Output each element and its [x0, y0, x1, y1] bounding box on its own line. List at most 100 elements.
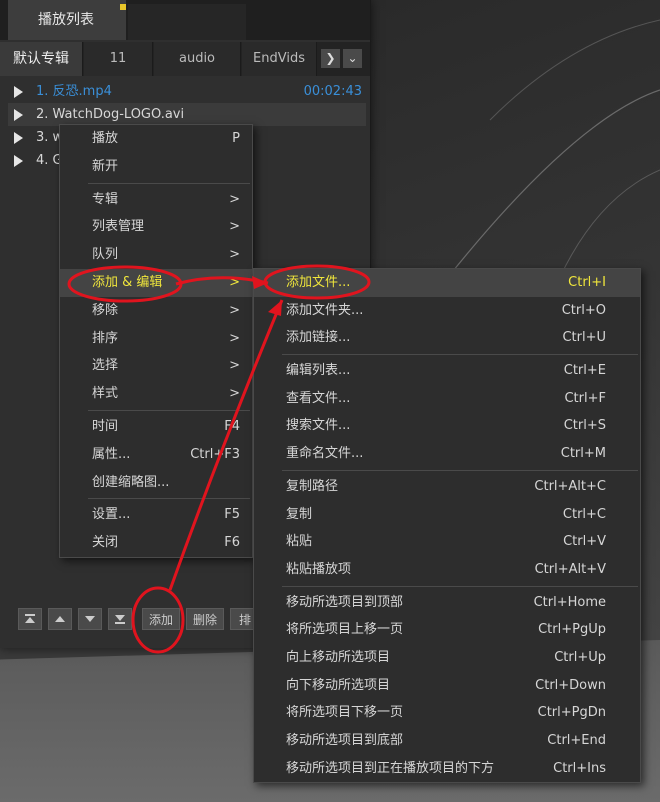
menu-item-label: 播放	[92, 131, 119, 146]
menu-item[interactable]: 重命名文件... Ctrl+M	[254, 440, 640, 468]
menu-item-shortcut: Ctrl+End	[547, 733, 606, 748]
menu-item-shortcut: Ctrl+PgDn	[537, 705, 606, 721]
menu-item[interactable]: 队列 >	[60, 241, 252, 269]
menu-item[interactable]: 创建缩略图...	[60, 469, 252, 497]
delete-button[interactable]: 删除	[186, 608, 224, 630]
menu-item-label: 属性...	[92, 446, 131, 462]
menu-item-label: 向上移动所选项目	[286, 649, 391, 665]
move-down-button[interactable]	[78, 608, 102, 630]
submenu-arrow-icon: >	[229, 330, 240, 346]
play-icon	[14, 155, 23, 167]
menu-item[interactable]: 排序 >	[60, 325, 252, 353]
menu-item[interactable]: 搜索文件... Ctrl+S	[254, 412, 640, 440]
menu-item[interactable]: 将所选项目上移一页 Ctrl+PgUp	[254, 616, 640, 644]
menu-item-label: 样式	[92, 386, 119, 402]
menu-item-label: 粘贴	[286, 534, 313, 550]
menu-item[interactable]: 时间 F4	[60, 413, 252, 441]
menu-item-label: 选择	[92, 358, 119, 374]
menu-item[interactable]: 新开	[60, 153, 252, 181]
menu-item-label: 粘贴播放项	[286, 561, 352, 577]
play-icon	[14, 109, 23, 121]
chevron-right-icon[interactable]: ❯	[321, 49, 340, 68]
move-down-icon	[85, 616, 95, 622]
menu-item[interactable]: 属性... Ctrl+F3	[60, 441, 252, 469]
chevron-down-icon[interactable]: ⌄	[343, 49, 362, 68]
menu-item-label: 移除	[92, 302, 119, 318]
submenu-arrow-icon: >	[229, 219, 240, 235]
menu-item-label: 添加文件...	[286, 275, 351, 290]
menu-item-shortcut: Ctrl+E	[563, 363, 606, 379]
menu-item[interactable]: 添加链接... Ctrl+U	[254, 324, 640, 352]
menu-item-label: 设置...	[92, 507, 131, 523]
menu-item-shortcut: Ctrl+V	[563, 534, 606, 550]
menu-item[interactable]: 将所选项目下移一页 Ctrl+PgDn	[254, 699, 640, 727]
menu-item[interactable]: 查看文件... Ctrl+F	[254, 385, 640, 413]
album-tab-default[interactable]: 默认专辑	[0, 42, 83, 76]
menu-item[interactable]: 设置... F5	[60, 501, 252, 529]
menu-item-shortcut: Ctrl+Down	[535, 677, 606, 693]
menu-item[interactable]: 移动所选项目到顶部 Ctrl+Home	[254, 589, 640, 617]
menu-item-shortcut: Ctrl+F	[564, 390, 606, 406]
menu-item[interactable]: 选择 >	[60, 352, 252, 380]
menu-item-shortcut: Ctrl+Ins	[553, 760, 606, 776]
menu-item[interactable]: 编辑列表... Ctrl+E	[254, 357, 640, 385]
list-item[interactable]: 1. 反恐.mp4 00:02:43	[8, 80, 366, 103]
menu-item-label: 重命名文件...	[286, 446, 364, 462]
menu-item[interactable]: 复制路径 Ctrl+Alt+C	[254, 473, 640, 501]
menu-item-label: 搜索文件...	[286, 418, 351, 434]
menu-item-label: 向下移动所选项目	[286, 677, 391, 693]
menu-item-shortcut: Ctrl+F3	[190, 446, 240, 462]
menu-item-label: 编辑列表...	[286, 363, 351, 379]
menu-item-shortcut: Ctrl+S	[563, 418, 606, 434]
menu-item-shortcut: F6	[224, 535, 240, 551]
menu-item-label: 移动所选项目到顶部	[286, 594, 404, 610]
menu-item[interactable]: 专辑 >	[60, 186, 252, 214]
menu-item-label: 将所选项目下移一页	[286, 705, 404, 721]
move-up-button[interactable]	[48, 608, 72, 630]
menu-item-label: 添加文件夹...	[286, 302, 364, 318]
item-title: 2. WatchDog-LOGO.avi	[36, 107, 185, 122]
menu-item[interactable]: 向上移动所选项目 Ctrl+Up	[254, 644, 640, 672]
tab-empty[interactable]	[128, 4, 246, 40]
menu-item[interactable]: 粘贴播放项 Ctrl+Alt+V	[254, 556, 640, 584]
menu-item-label: 队列	[92, 247, 119, 263]
menu-item-label: 复制	[286, 506, 313, 522]
add-button[interactable]: 添加	[142, 608, 180, 630]
menu-separator	[282, 354, 638, 356]
menu-item[interactable]: 样式 >	[60, 380, 252, 408]
menu-item-shortcut: Ctrl+PgUp	[538, 622, 606, 638]
menu-item-label: 添加 & 编辑	[92, 274, 163, 290]
menu-item[interactable]: 关闭 F6	[60, 529, 252, 557]
menu-item[interactable]: 粘贴 Ctrl+V	[254, 528, 640, 556]
tab-marker	[120, 4, 126, 10]
menu-item[interactable]: 移动所选项目到正在播放项目的下方 Ctrl+Ins	[254, 755, 640, 783]
menu-item-label: 添加链接...	[286, 330, 351, 346]
menu-separator	[282, 585, 638, 587]
submenu-arrow-icon: >	[229, 302, 240, 318]
menu-item-shortcut: Ctrl+Up	[554, 649, 606, 665]
menu-separator	[88, 498, 250, 500]
menu-item[interactable]: 播放 P	[60, 125, 252, 153]
move-bottom-button[interactable]	[108, 608, 132, 630]
move-up-icon	[55, 616, 65, 622]
menu-item[interactable]: 移除 >	[60, 297, 252, 325]
album-tab-11[interactable]: 11	[84, 42, 153, 76]
menu-item-label: 列表管理	[92, 219, 145, 235]
play-icon	[14, 86, 23, 98]
album-tab-endvids[interactable]: EndVids	[242, 42, 317, 76]
tab-playlist[interactable]: 播放列表	[8, 0, 126, 40]
submenu-arrow-icon: >	[229, 386, 240, 402]
menu-item[interactable]: 移动所选项目到底部 Ctrl+End	[254, 727, 640, 755]
menu-item[interactable]: 添加文件夹... Ctrl+O	[254, 297, 640, 325]
menu-item[interactable]: 添加 & 编辑 >	[60, 268, 252, 297]
menu-item[interactable]: 向下移动所选项目 Ctrl+Down	[254, 672, 640, 700]
album-tab-audio[interactable]: audio	[154, 42, 241, 76]
menu-item-label: 移动所选项目到底部	[286, 733, 404, 748]
menu-item[interactable]: 添加文件... Ctrl+I	[254, 269, 640, 297]
list-item[interactable]: 2. WatchDog-LOGO.avi	[8, 103, 366, 126]
menu-item-label: 专辑	[92, 191, 119, 207]
menu-item[interactable]: 列表管理 >	[60, 213, 252, 241]
menu-item-label: 复制路径	[286, 478, 339, 494]
move-top-button[interactable]	[18, 608, 42, 630]
menu-item[interactable]: 复制 Ctrl+C	[254, 501, 640, 529]
